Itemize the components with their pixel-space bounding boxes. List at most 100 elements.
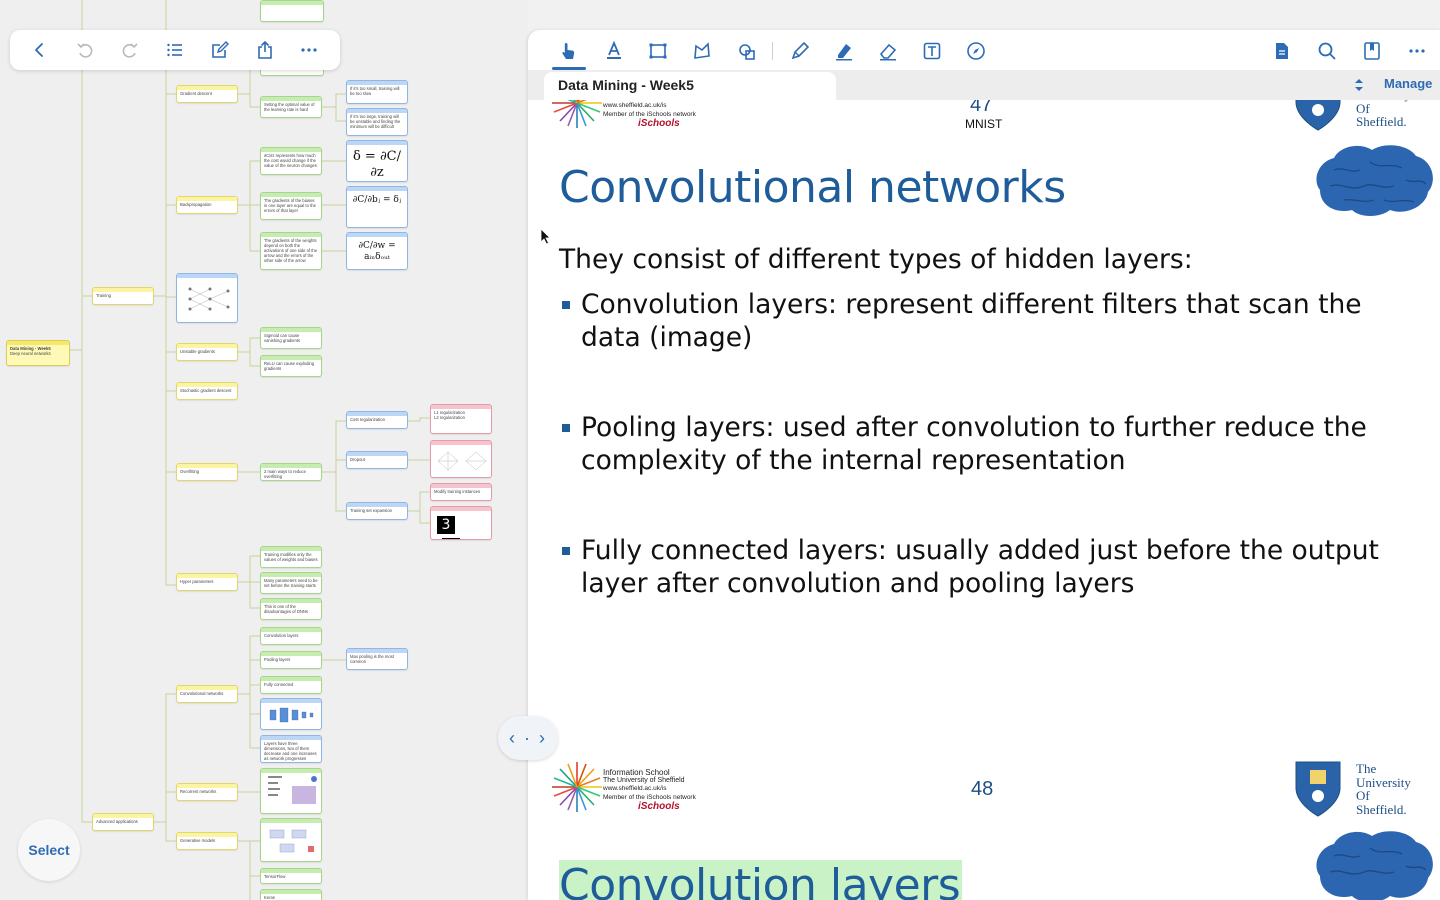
- search-button[interactable]: [1314, 38, 1340, 64]
- brain-image: [1316, 145, 1433, 216]
- node-keras[interactable]: Keras: [260, 889, 322, 900]
- eraser-button[interactable]: [875, 38, 901, 64]
- document-button[interactable]: [1269, 38, 1295, 64]
- ischools-logo: iSchools: [638, 801, 680, 812]
- node-gan-diagram[interactable]: [260, 818, 322, 862]
- node-tensorflow[interactable]: TensorFlow: [260, 868, 322, 884]
- node-overfitting[interactable]: Overfitting: [176, 463, 238, 481]
- node-lr-small[interactable]: If it's too small, training will be too …: [346, 80, 408, 104]
- text-select-button[interactable]: [601, 38, 627, 64]
- node-modify-instances[interactable]: Modify training instances: [430, 483, 492, 501]
- shapes-button[interactable]: [733, 38, 759, 64]
- lasso-icon: [694, 42, 710, 59]
- pdf-document[interactable]: www.sheffield.ac.uk/is Member of the iSc…: [528, 100, 1440, 900]
- node-dropout[interactable]: Dropout: [346, 451, 408, 469]
- node-training-set-expansion[interactable]: Training set expansion: [346, 502, 408, 520]
- node-cnn-diagram[interactable]: [260, 698, 322, 730]
- node-max-pooling[interactable]: Max pooling is the most common: [346, 648, 408, 670]
- school-member: Member of the iSchools network: [603, 794, 696, 801]
- node-label: If it's too large, training will be unst…: [350, 114, 401, 129]
- school-university: The University of Sheffield: [603, 777, 685, 784]
- node-dropout-diagram[interactable]: [430, 440, 492, 478]
- mouse-cursor-icon: [540, 228, 551, 245]
- redo-button[interactable]: [115, 35, 145, 65]
- tab-data-mining-week5[interactable]: Data Mining - Week5: [544, 72, 836, 100]
- node-rnn-diagram[interactable]: [260, 768, 322, 814]
- pen-button[interactable]: [787, 38, 813, 64]
- compass-button[interactable]: [963, 38, 989, 64]
- node-label: Layers have three dimensions, two of the…: [264, 741, 317, 761]
- bias-formula: ∂C/∂bⱼ = δⱼ: [352, 195, 402, 205]
- node-hyper-parameters[interactable]: Hyper parameters: [176, 573, 238, 591]
- text-box-icon: [923, 42, 941, 60]
- node-lr-large[interactable]: If it's too large, training will be unst…: [346, 108, 408, 136]
- slide-title: Convolution layers: [559, 860, 963, 900]
- undo-button[interactable]: [70, 35, 100, 65]
- node-generative-models[interactable]: Generative models: [176, 832, 238, 850]
- node-hp-2[interactable]: Many parameters need to be set before th…: [260, 572, 322, 594]
- node-stochastic-gd[interactable]: Stochastic gradient descent: [176, 382, 238, 400]
- node-sigmoid-vanish[interactable]: Sigmoid can cause vanishing gradients: [260, 327, 322, 349]
- more-button[interactable]: [294, 35, 324, 65]
- information-school-logo: [552, 762, 602, 812]
- slide-intro: They consist of different types of hidde…: [559, 244, 1193, 275]
- node-mnist-digits[interactable]: 3 3: [430, 506, 492, 540]
- node-fully-connected[interactable]: Fully connected: [260, 676, 322, 694]
- edit-button[interactable]: [205, 35, 235, 65]
- sort-icon[interactable]: [1352, 77, 1366, 93]
- node-regularization-formulas[interactable]: L1 regularization L2 regularization: [430, 404, 492, 434]
- node-delta-formula[interactable]: δ = ∂C/∂z: [346, 140, 408, 182]
- node-hp-3[interactable]: This is one of the disadvantages of DNNs: [260, 598, 322, 620]
- node-conv-layers[interactable]: Convolution layers: [260, 627, 322, 645]
- node-training[interactable]: Training: [92, 287, 154, 305]
- pdf-more-button[interactable]: [1404, 38, 1430, 64]
- node-advanced-applications[interactable]: Advanced applications: [92, 813, 154, 831]
- back-button[interactable]: [25, 35, 55, 65]
- pointer-tool-button[interactable]: [556, 38, 582, 64]
- node-weight-desc[interactable]: The gradients of the weights depend on b…: [260, 232, 322, 270]
- node-gradient-descent[interactable]: Gradient descent: [176, 85, 238, 103]
- share-button[interactable]: [250, 35, 280, 65]
- highlighter-button[interactable]: [831, 38, 857, 64]
- bookmark-button[interactable]: [1359, 38, 1385, 64]
- node-label: ∂C/∂z represents how much the cost would…: [264, 153, 317, 168]
- split-view-handle[interactable]: ‹ · ›: [498, 716, 558, 760]
- mindmap-pane[interactable]: Data Mining - Week5 Deep neural networks…: [0, 0, 528, 900]
- university-crest: [1295, 100, 1341, 131]
- university-name: The University Of Sheffield.: [1356, 762, 1411, 816]
- node-label: Dropout: [350, 457, 365, 462]
- node-label: The gradients of the weights depend on b…: [264, 238, 318, 263]
- mindmap-root-node[interactable]: Data Mining - Week5 Deep neural networks: [6, 340, 70, 366]
- node-bias-desc[interactable]: The gradients of the biases in one layer…: [260, 192, 322, 220]
- outline-list-icon: [167, 43, 182, 57]
- node-network-diagram[interactable]: [176, 273, 238, 323]
- node-bias-formula[interactable]: ∂C/∂bⱼ = δⱼ: [346, 186, 408, 228]
- manage-button[interactable]: Manage: [1384, 76, 1432, 91]
- select-button[interactable]: Select: [18, 819, 80, 881]
- redo-icon: [122, 43, 138, 58]
- node-backpropagation[interactable]: Backpropagation: [176, 196, 238, 214]
- node-two-ways[interactable]: 2 main ways to reduce overfitting: [260, 463, 322, 481]
- node-label: If it's too small, training will be too …: [350, 86, 400, 96]
- lasso-button[interactable]: [689, 38, 715, 64]
- school-member: Member of the iSchools network: [603, 111, 696, 118]
- tab-title: Data Mining - Week5: [558, 77, 694, 93]
- rectangle-select-button[interactable]: [645, 38, 671, 64]
- bullet-line: Fully connected layers: usually added ju…: [581, 535, 1379, 566]
- node-recurrent-networks[interactable]: Recurrent networks: [176, 783, 238, 801]
- node-layers-dims[interactable]: Layers have three dimensions, two of the…: [260, 735, 322, 763]
- node-hp-1[interactable]: Training modifies only the values of wei…: [260, 546, 322, 568]
- node-weight-formula[interactable]: ∂C/∂w = aᵢₙδₒᵤₜ: [346, 232, 408, 270]
- node-relu-explode[interactable]: ReLU can cause exploding gradients: [260, 355, 322, 377]
- outline-button[interactable]: [160, 35, 190, 65]
- node-convolutional-networks[interactable]: Convolutional networks: [176, 685, 238, 703]
- node-cost-regularization[interactable]: Cost regularization: [346, 411, 408, 429]
- node-lr-optimal[interactable]: Setting the optimal value of the learnin…: [260, 96, 322, 118]
- node-pool-layers[interactable]: Pooling layers: [260, 651, 322, 669]
- node-label: Hyper parameters: [180, 579, 214, 584]
- mindmap-node[interactable]: [260, 0, 324, 22]
- node-unstable-gradients[interactable]: Unstable gradients: [176, 343, 238, 361]
- text-box-button[interactable]: [919, 38, 945, 64]
- node-delta-desc[interactable]: ∂C/∂z represents how much the cost would…: [260, 147, 322, 175]
- highlighter-icon: [836, 44, 852, 61]
